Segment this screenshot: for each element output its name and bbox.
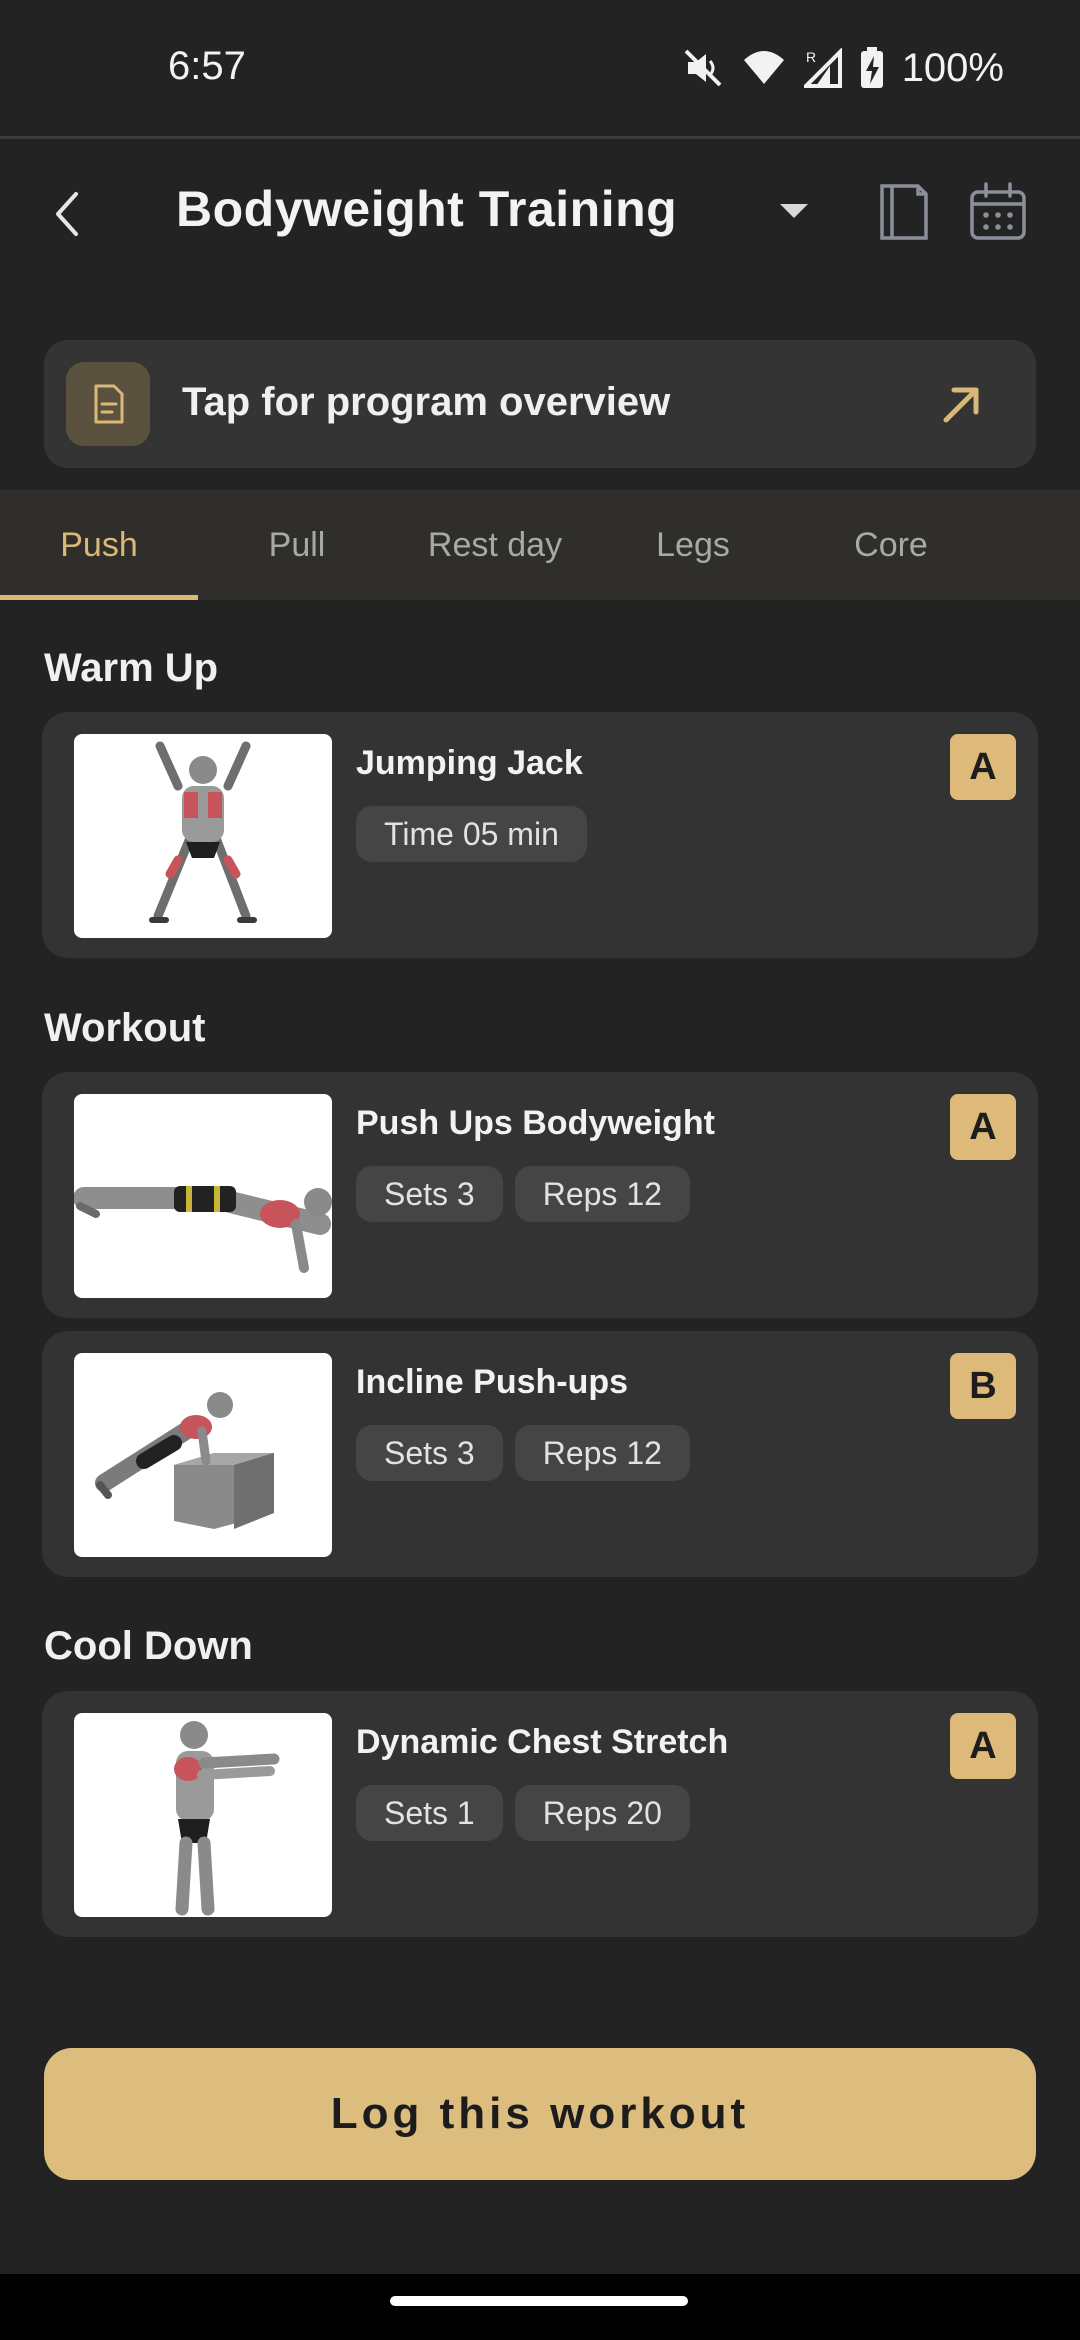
tab-core[interactable]: Core	[792, 490, 990, 600]
back-arrow-icon[interactable]	[44, 184, 94, 244]
section-title-cooldown: Cool Down	[44, 1624, 253, 1668]
tab-rest-day[interactable]: Rest day	[396, 490, 594, 600]
header-divider	[0, 136, 1080, 139]
program-overview-card[interactable]: Tap for program overview	[44, 340, 1036, 468]
overview-label: Tap for program overview	[182, 380, 671, 424]
exercise-chips: Time 05 min	[356, 806, 587, 862]
time-chip: Time 05 min	[356, 806, 587, 862]
mute-icon	[684, 49, 722, 87]
exercise-thumbnail	[74, 734, 332, 938]
exercise-thumbnail	[74, 1094, 332, 1298]
sets-chip: Sets 3	[356, 1166, 503, 1222]
home-handle[interactable]	[390, 2296, 688, 2306]
tab-push[interactable]: Push	[0, 490, 198, 600]
exercise-thumbnail	[74, 1353, 332, 1557]
section-title-workout: Workout	[44, 1006, 206, 1050]
tab-legs[interactable]: Legs	[594, 490, 792, 600]
exercise-card-jumping-jack[interactable]: Jumping Jack Time 05 min A	[42, 712, 1038, 958]
overview-icon-box	[66, 362, 150, 446]
log-workout-button[interactable]: Log this workout	[44, 2048, 1036, 2180]
reps-chip: Reps 12	[514, 1425, 690, 1481]
exercise-card-incline-push-ups[interactable]: Incline Push-ups Sets 3 Reps 12 B	[42, 1331, 1038, 1577]
battery-percent: 100%	[901, 45, 1004, 90]
arrow-up-right-icon	[943, 387, 979, 423]
day-tabs: Push Pull Rest day Legs Core	[0, 490, 1080, 600]
signal-icon: R	[803, 48, 842, 88]
battery-charging-icon	[860, 47, 883, 88]
exercise-card-dynamic-chest-stretch[interactable]: Dynamic Chest Stretch Sets 1 Reps 20 A	[42, 1691, 1038, 1937]
variant-badge[interactable]: A	[950, 1713, 1016, 1779]
variant-badge[interactable]: B	[950, 1353, 1016, 1419]
sets-chip: Sets 3	[356, 1425, 503, 1481]
variant-badge[interactable]: A	[950, 1094, 1016, 1160]
exercise-chips: Sets 3 Reps 12	[356, 1425, 690, 1481]
app-bar: Bodyweight Training	[0, 140, 1080, 280]
exercise-thumbnail	[74, 1713, 332, 1917]
calendar-icon[interactable]	[966, 180, 1030, 244]
variant-badge[interactable]: A	[950, 734, 1016, 800]
tab-pull[interactable]: Pull	[198, 490, 396, 600]
exercise-name: Push Ups Bodyweight	[356, 1104, 715, 1142]
reps-chip: Reps 12	[514, 1166, 690, 1222]
exercise-name: Incline Push-ups	[356, 1363, 629, 1401]
notes-icon[interactable]	[872, 180, 932, 244]
dropdown-caret-icon[interactable]	[776, 196, 812, 226]
exercise-chips: Sets 1 Reps 20	[356, 1785, 690, 1841]
exercise-name: Jumping Jack	[356, 744, 583, 782]
wifi-icon	[743, 51, 784, 84]
status-time: 6:57	[168, 44, 246, 88]
status-icons: R 100%	[682, 40, 1004, 96]
document-icon	[94, 384, 124, 424]
section-title-warmup: Warm Up	[44, 646, 219, 690]
program-title[interactable]: Bodyweight Training	[176, 180, 677, 238]
reps-chip: Reps 20	[514, 1785, 690, 1841]
exercise-card-push-ups[interactable]: Push Ups Bodyweight Sets 3 Reps 12 A	[42, 1072, 1038, 1318]
status-bar: 6:57 R 100%	[0, 0, 1080, 136]
sets-chip: Sets 1	[356, 1785, 503, 1841]
svg-text:R: R	[806, 49, 816, 65]
system-nav-bar	[0, 2274, 1080, 2340]
exercise-chips: Sets 3 Reps 12	[356, 1166, 690, 1222]
exercise-name: Dynamic Chest Stretch	[356, 1723, 729, 1761]
